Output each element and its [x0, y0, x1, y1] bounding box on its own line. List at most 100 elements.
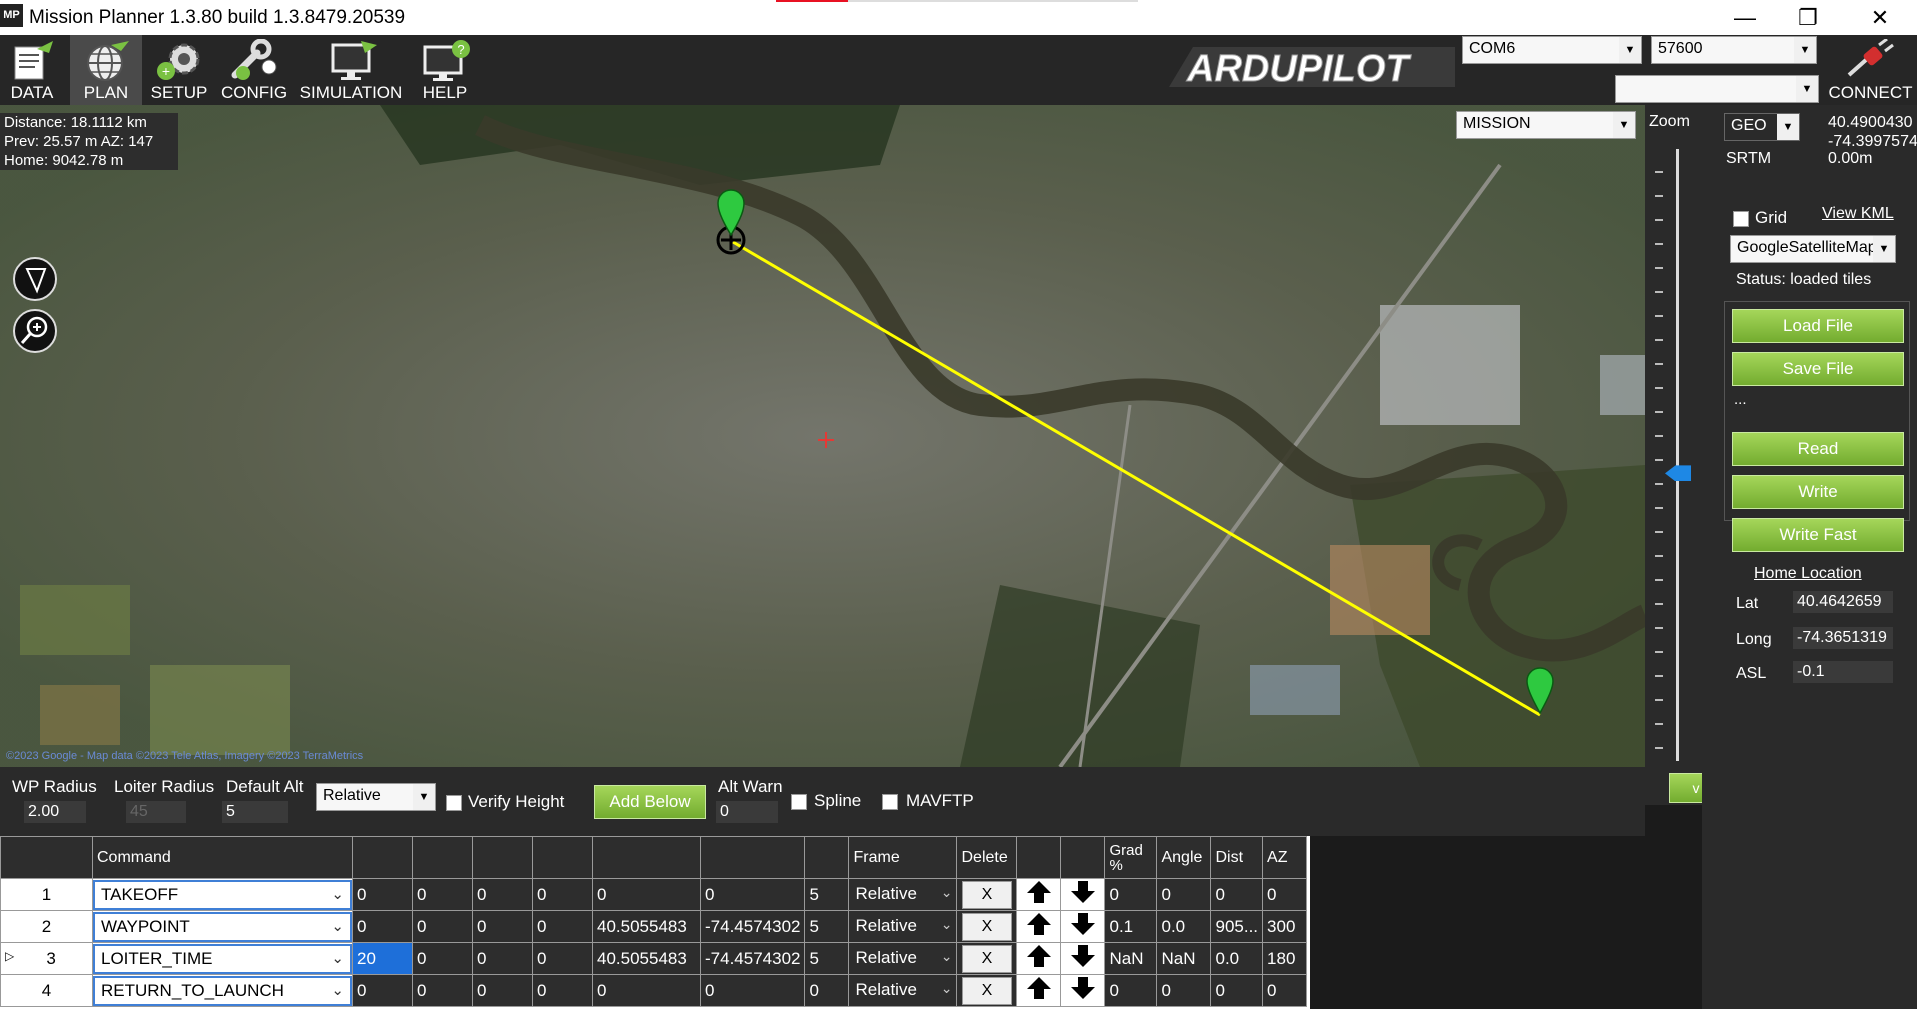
- home-location-link[interactable]: Home Location: [1754, 565, 1862, 583]
- frame-select[interactable]: Relative ⌄: [849, 975, 956, 1006]
- lat-cell[interactable]: 0: [592, 974, 701, 1007]
- write-button[interactable]: Write: [1732, 475, 1904, 509]
- command-select[interactable]: LOITER_TIME ⌄: [93, 943, 352, 974]
- toolbar-help-button[interactable]: ? HELP: [410, 35, 480, 105]
- spline-checkbox[interactable]: [791, 794, 807, 810]
- column-header-down[interactable]: [1060, 836, 1106, 879]
- close-button[interactable]: ✕: [1852, 0, 1908, 35]
- row-number[interactable]: 2: [0, 910, 93, 943]
- param3-cell[interactable]: 0: [472, 942, 533, 975]
- move-down-button[interactable]: [1060, 878, 1106, 911]
- move-up-button[interactable]: [1016, 974, 1062, 1007]
- add-below-button[interactable]: Add Below: [594, 785, 706, 819]
- map-mode-select[interactable]: MISSION ▼: [1456, 111, 1636, 139]
- frame-cell[interactable]: Relative ⌄: [848, 974, 958, 1007]
- row-number[interactable]: 4: [0, 974, 93, 1007]
- column-header-alt[interactable]: [804, 836, 850, 879]
- param4-cell[interactable]: 0: [532, 878, 593, 911]
- toolbar-data-button[interactable]: DATA: [0, 35, 64, 105]
- frame-cell[interactable]: Relative ⌄: [848, 910, 958, 943]
- home-asl-input[interactable]: -0.1: [1793, 661, 1893, 683]
- zoom-track[interactable]: [1676, 149, 1679, 761]
- command-cell[interactable]: RETURN_TO_LAUNCH ⌄: [92, 974, 353, 1007]
- column-header-lat[interactable]: [592, 836, 701, 879]
- more-options[interactable]: ...: [1734, 391, 1747, 408]
- toolbar-config-button[interactable]: CONFIG: [218, 35, 290, 105]
- frame-select[interactable]: Relative ⌄: [849, 879, 956, 910]
- lng-cell[interactable]: 0: [699, 974, 806, 1007]
- frame-select[interactable]: Relative ⌄: [849, 911, 956, 942]
- column-header-az[interactable]: AZ: [1262, 836, 1308, 879]
- column-header-grad[interactable]: Grad %: [1104, 836, 1158, 879]
- wp-radius-input[interactable]: 2.00: [24, 801, 86, 823]
- alt-cell[interactable]: 5: [804, 910, 850, 943]
- param3-cell[interactable]: 0: [472, 974, 533, 1007]
- alt-cell[interactable]: 5: [804, 942, 850, 975]
- toolbar-simulation-button[interactable]: SIMULATION: [296, 35, 406, 105]
- move-down-button[interactable]: [1060, 942, 1106, 975]
- grid-checkbox[interactable]: [1733, 211, 1749, 227]
- column-header-dist[interactable]: Dist: [1210, 836, 1264, 879]
- default-alt-input[interactable]: 5: [222, 801, 288, 823]
- column-header-p4[interactable]: [532, 836, 593, 879]
- command-cell[interactable]: TAKEOFF ⌄: [92, 878, 353, 911]
- com-port-select[interactable]: COM6 ▼: [1462, 36, 1642, 64]
- lat-cell[interactable]: 0: [592, 878, 701, 911]
- command-cell[interactable]: WAYPOINT ⌄: [92, 910, 353, 943]
- verify-height-checkbox[interactable]: [446, 795, 462, 811]
- lng-cell[interactable]: 0: [699, 878, 806, 911]
- move-up-button[interactable]: [1016, 878, 1062, 911]
- read-button[interactable]: Read: [1732, 432, 1904, 466]
- delete-row-button[interactable]: X: [961, 912, 1012, 941]
- param1-cell[interactable]: 0: [352, 910, 413, 943]
- write-fast-button[interactable]: Write Fast: [1732, 518, 1904, 552]
- param2-cell[interactable]: 0: [412, 878, 473, 911]
- lat-cell[interactable]: 40.5055483: [592, 910, 701, 943]
- row-number[interactable]: 1: [0, 878, 93, 911]
- toolbar-plan-button[interactable]: PLAN: [70, 35, 142, 105]
- alt-frame-select[interactable]: Relative ▼: [316, 783, 436, 811]
- satellite-map[interactable]: ©2023 Google - Map data ©2023 Tele Atlas…: [0, 105, 1645, 767]
- param1-cell[interactable]: 0: [352, 974, 413, 1007]
- param2-cell[interactable]: 0: [412, 974, 473, 1007]
- delete-row-button[interactable]: X: [961, 944, 1012, 973]
- param1-cell[interactable]: 0: [352, 878, 413, 911]
- frame-select[interactable]: Relative ⌄: [849, 943, 956, 974]
- lng-cell[interactable]: -74.4574302: [699, 910, 806, 943]
- frame-cell[interactable]: Relative ⌄: [848, 942, 958, 975]
- param2-cell[interactable]: 0: [412, 910, 473, 943]
- view-kml-link[interactable]: View KML: [1822, 205, 1894, 223]
- home-lat-input[interactable]: 40.4642659: [1793, 591, 1893, 613]
- alt-cell[interactable]: 0: [804, 974, 850, 1007]
- command-select[interactable]: WAYPOINT ⌄: [93, 911, 352, 942]
- loiter-radius-input[interactable]: 45: [126, 801, 186, 823]
- load-file-button[interactable]: Load File: [1732, 309, 1904, 343]
- delete-row-button[interactable]: X: [961, 976, 1012, 1005]
- table-row[interactable]: 2 WAYPOINT ⌄ 0 0 0 0 40.5055483 -74.4574302 5 Rela…: [0, 910, 1308, 943]
- zoom-tool-button[interactable]: [13, 309, 57, 353]
- toolbar-setup-button[interactable]: + SETUP: [146, 35, 212, 105]
- move-up-button[interactable]: [1016, 942, 1062, 975]
- frame-cell[interactable]: Relative ⌄: [848, 878, 958, 911]
- restore-button[interactable]: ❐: [1780, 0, 1836, 35]
- column-header-angle[interactable]: Angle: [1156, 836, 1212, 879]
- lng-cell[interactable]: -74.4574302: [699, 942, 806, 975]
- param1-cell[interactable]: 20: [352, 942, 413, 975]
- alt-warn-input[interactable]: 0: [716, 801, 778, 823]
- mavftp-checkbox[interactable]: [882, 794, 898, 810]
- delete-row-button[interactable]: X: [961, 880, 1012, 909]
- save-file-button[interactable]: Save File: [1732, 352, 1904, 386]
- map-type-select[interactable]: GoogleSatelliteMap ▼: [1730, 235, 1896, 263]
- command-select[interactable]: RETURN_TO_LAUNCH ⌄: [93, 975, 352, 1006]
- measure-tool-button[interactable]: [13, 257, 57, 301]
- command-select[interactable]: TAKEOFF ⌄: [93, 879, 352, 910]
- param4-cell[interactable]: 0: [532, 942, 593, 975]
- minimize-button[interactable]: —: [1717, 0, 1773, 35]
- column-header-p1[interactable]: [352, 836, 413, 879]
- param3-cell[interactable]: 0: [472, 878, 533, 911]
- table-row[interactable]: 4 RETURN_TO_LAUNCH ⌄ 0 0 0 0 0 0 0 Relative ⌄ X 0 0 0 0: [0, 974, 1308, 1007]
- lat-cell[interactable]: 40.5055483: [592, 942, 701, 975]
- baud-rate-select[interactable]: 57600 ▼: [1651, 36, 1817, 64]
- connect-button[interactable]: CONNECT: [1824, 35, 1917, 105]
- zoom-slider-thumb[interactable]: [1665, 465, 1691, 482]
